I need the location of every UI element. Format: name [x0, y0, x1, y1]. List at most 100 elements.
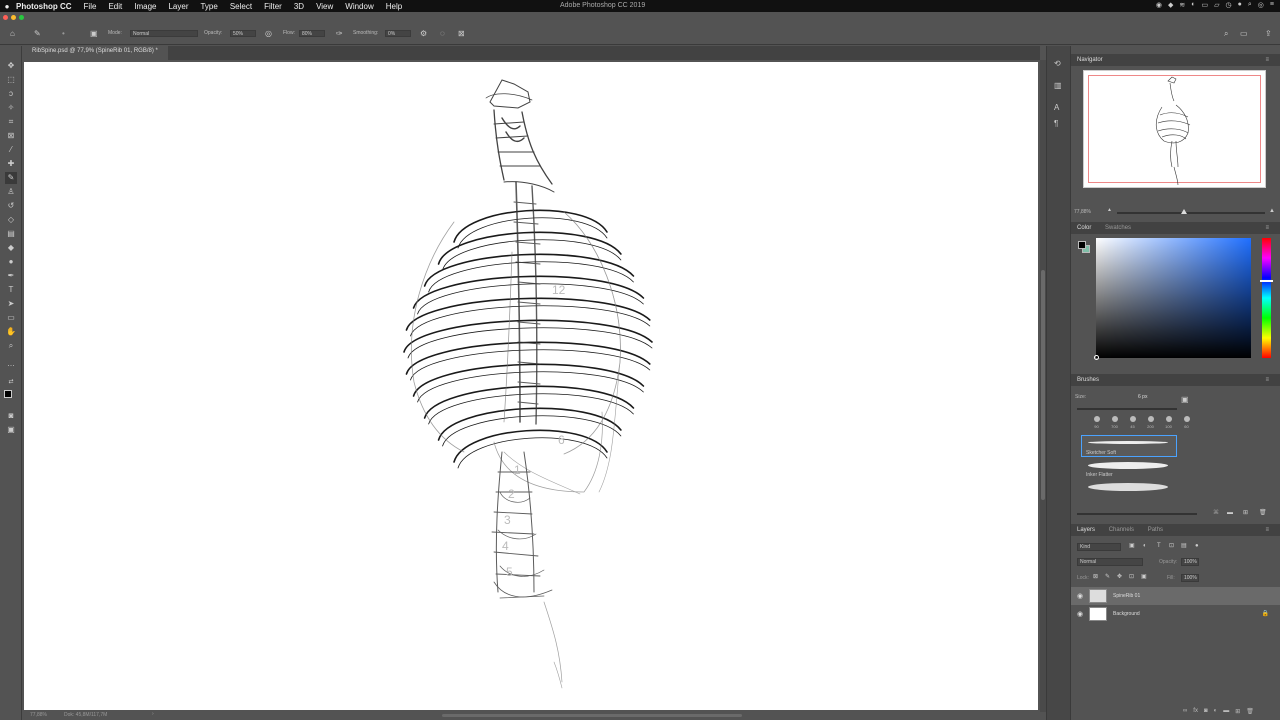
brush-settings-panel-icon[interactable]: ▥ [1054, 82, 1062, 90]
lock-position-icon[interactable]: ✥ [1117, 574, 1122, 580]
app-menu[interactable]: Photoshop CC [16, 2, 72, 11]
menu-layer[interactable]: Layer [168, 2, 188, 11]
pen-tool-icon[interactable]: ✒ [5, 270, 17, 282]
brush-preset[interactable]: 200 [1145, 416, 1156, 429]
panel-menu-icon[interactable]: ≡ [1259, 524, 1275, 536]
symmetry-icon[interactable]: ⊠ [458, 30, 465, 38]
menu-edit[interactable]: Edit [108, 2, 122, 11]
hue-slider[interactable] [1260, 238, 1273, 358]
dodge-tool-icon[interactable]: ● [5, 256, 17, 268]
creative-cloud-icon[interactable]: ◉ [1156, 1, 1162, 9]
trash-icon[interactable]: 🗑 [1259, 510, 1267, 516]
brush-tool-icon[interactable]: ✎ [34, 30, 41, 38]
brush-item-inker-flatter[interactable]: Inker Flatter [1081, 457, 1177, 479]
minimize-window-button[interactable] [11, 15, 16, 20]
clone-stamp-tool-icon[interactable]: ♙ [5, 186, 17, 198]
link-layers-icon[interactable]: ∞ [1183, 708, 1187, 715]
user-icon[interactable]: ● [1238, 1, 1242, 9]
adjustment-layer-icon[interactable]: ◐ [1214, 708, 1218, 715]
lock-icon[interactable]: 🔒 [1262, 610, 1269, 617]
airplay-icon[interactable]: ▱ [1214, 1, 1219, 9]
paths-tab[interactable]: Paths [1142, 527, 1169, 533]
workspace-icon[interactable]: ▭ [1240, 30, 1248, 38]
zoom-out-icon[interactable]: ▲ [1107, 208, 1112, 213]
shape-tool-icon[interactable]: ▭ [5, 312, 17, 324]
brush-preset[interactable]: 90 [1091, 416, 1102, 429]
marquee-tool-icon[interactable]: ⬚ [5, 74, 17, 86]
crop-tool-icon[interactable]: ⌗ [5, 116, 17, 128]
path-select-tool-icon[interactable]: ➤ [5, 298, 17, 310]
foreground-color-swatch[interactable] [4, 390, 12, 398]
folder-icon[interactable]: ▬ [1227, 510, 1233, 516]
menu-help[interactable]: Help [386, 2, 402, 11]
move-tool-icon[interactable]: ✥ [5, 60, 17, 72]
frame-tool-icon[interactable]: ⊠ [5, 130, 17, 142]
pressure-opacity-icon[interactable]: ◎ [265, 30, 272, 38]
lasso-tool-icon[interactable]: ↄ [5, 88, 17, 100]
share-icon[interactable]: ⇪ [1265, 30, 1272, 38]
swatches-tab[interactable]: Swatches [1099, 225, 1137, 231]
more-tools-icon[interactable]: … [5, 358, 17, 370]
zoom-tool-icon[interactable]: ⌕ [5, 340, 17, 352]
filter-shape-icon[interactable]: ⊡ [1169, 543, 1174, 549]
battery-icon[interactable]: ▭ [1202, 1, 1209, 9]
new-preset-icon[interactable]: ⊞ [1243, 510, 1248, 516]
brushes-tab[interactable]: Brushes [1071, 377, 1105, 383]
layer-row-background[interactable]: ◉ Background 🔒 [1071, 605, 1280, 623]
search-icon[interactable]: ⌕ [1224, 30, 1228, 38]
panel-menu-icon[interactable]: ≡ [1259, 374, 1275, 386]
document-tab[interactable]: RibSpine.psd @ 77,9% (SpineRib 01, RGB/8… [22, 46, 168, 60]
hand-tool-icon[interactable]: ✋ [5, 326, 17, 338]
status-arrow-icon[interactable]: › [152, 711, 154, 717]
mode-select[interactable]: Normal [130, 30, 198, 37]
lock-pixels-icon[interactable]: ✎ [1105, 574, 1110, 580]
eye-icon[interactable]: ◉ [1077, 610, 1083, 618]
color-foreground-swatch[interactable] [1078, 241, 1086, 249]
apple-icon[interactable]: ● [0, 2, 14, 11]
brush-preset[interactable]: 100 [1163, 416, 1174, 429]
navigator-zoom-slider[interactable] [1117, 209, 1265, 214]
brush-preset[interactable]: 700 [1109, 416, 1120, 429]
delete-layer-icon[interactable]: 🗑 [1246, 708, 1254, 715]
navigator-preview[interactable] [1083, 70, 1266, 188]
layers-tab[interactable]: Layers [1071, 527, 1101, 533]
blend-mode-select[interactable]: Normal [1077, 558, 1143, 566]
brush-item[interactable] [1081, 479, 1177, 501]
siri-icon[interactable]: ◎ [1258, 1, 1264, 9]
gradient-tool-icon[interactable]: ▤ [5, 228, 17, 240]
menu-view[interactable]: View [316, 2, 333, 11]
zoom-in-icon[interactable]: ▲ [1269, 208, 1275, 214]
opacity-input[interactable]: 50% [230, 30, 256, 37]
layer-filter-kind[interactable]: Kind [1077, 543, 1121, 551]
fill-input[interactable]: 100% [1181, 574, 1199, 582]
volume-icon[interactable]: ◐ [1191, 1, 1195, 9]
menu-select[interactable]: Select [230, 2, 252, 11]
notifications-icon[interactable]: ≡ [1270, 1, 1274, 9]
color-picker-field[interactable] [1094, 238, 1251, 360]
quick-select-tool-icon[interactable]: ✧ [5, 102, 17, 114]
zoom-window-button[interactable] [19, 15, 24, 20]
paragraph-panel-icon[interactable]: ¶ [1054, 120, 1058, 128]
new-layer-icon[interactable]: ⊞ [1235, 708, 1240, 715]
blur-tool-icon[interactable]: ◆ [5, 242, 17, 254]
brush-item-sketcher-soft[interactable]: Sketcher Soft [1081, 435, 1177, 457]
eyedropper-tool-icon[interactable]: ⁄ [5, 144, 17, 156]
flow-input[interactable]: 80% [299, 30, 325, 37]
character-panel-icon[interactable]: A [1054, 104, 1059, 112]
swap-colors-icon[interactable]: ⇄ [5, 376, 17, 388]
airbrush-icon[interactable]: ✑ [336, 30, 343, 38]
brush-preview-slider[interactable] [1077, 513, 1197, 515]
brush-settings-icon[interactable]: ▣ [90, 30, 98, 38]
filter-smart-object-icon[interactable]: ▤ [1181, 543, 1187, 549]
home-icon[interactable]: ⌂ [10, 30, 15, 38]
menu-3d[interactable]: 3D [294, 2, 304, 11]
brush-size-slider[interactable] [1077, 408, 1177, 410]
filter-adjustment-icon[interactable]: ◐ [1143, 543, 1147, 549]
layer-row-spinerib[interactable]: ◉ SpineRib 01 [1071, 587, 1280, 605]
panel-menu-icon[interactable]: ≡ [1259, 222, 1275, 234]
menu-window[interactable]: Window [345, 2, 373, 11]
navigator-tab[interactable]: Navigator [1071, 57, 1109, 63]
document-canvas[interactable]: 12 6 1 2 3 4 5 [24, 62, 1038, 710]
new-group-icon[interactable]: ▬ [1223, 708, 1229, 715]
layer-style-icon[interactable]: fx [1193, 708, 1198, 715]
